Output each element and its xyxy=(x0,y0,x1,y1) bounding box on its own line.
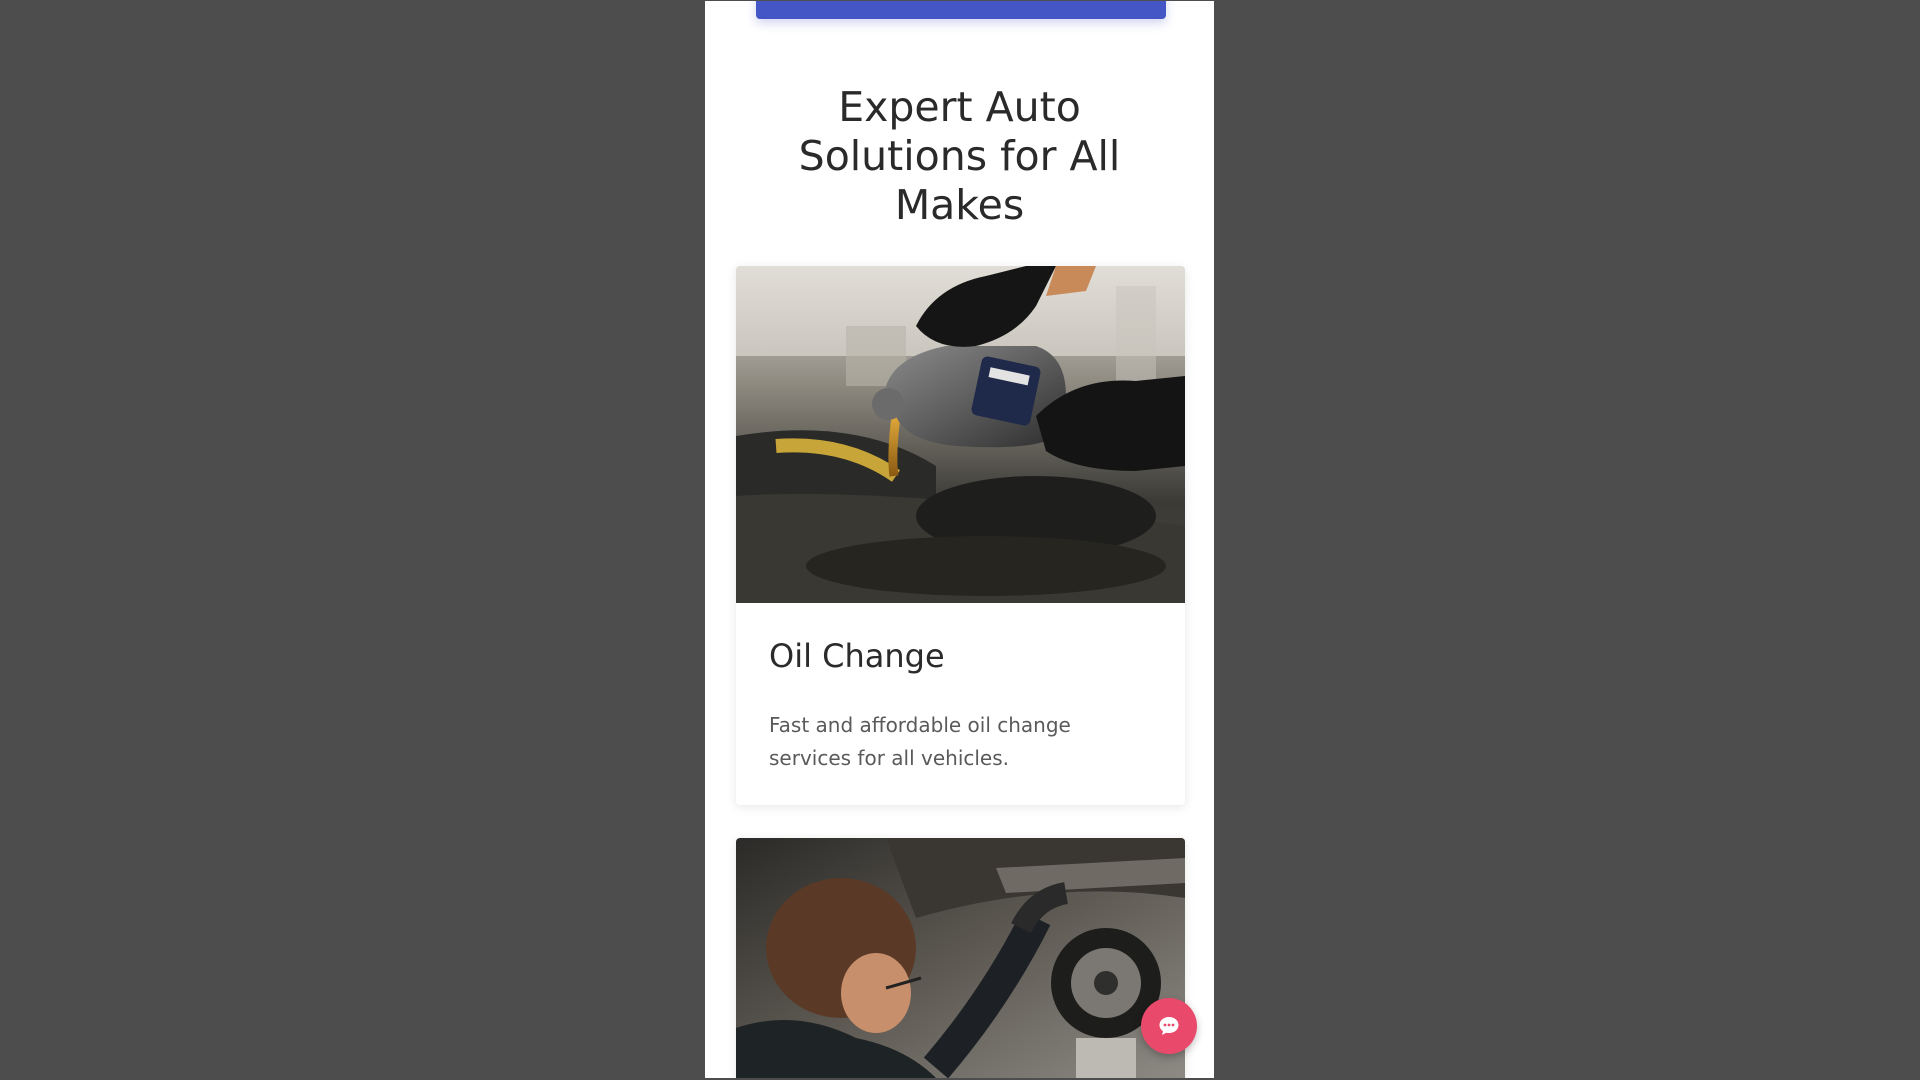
mechanic-under-car-image xyxy=(736,838,1185,1078)
section-heading: Expert Auto Solutions for All Makes xyxy=(798,83,1121,229)
chat-bubble-icon xyxy=(1159,1017,1179,1035)
mobile-viewport: Expert Auto Solutions for All Makes Oil … xyxy=(705,1,1214,1078)
service-card-oil-change[interactable]: Oil Change Fast and affordable oil chang… xyxy=(736,266,1185,805)
primary-cta-button[interactable] xyxy=(756,1,1166,19)
service-card-inspection[interactable] xyxy=(736,838,1185,1078)
card-title: Oil Change xyxy=(769,637,945,675)
card-body: Oil Change Fast and affordable oil chang… xyxy=(736,603,1185,775)
chat-button[interactable] xyxy=(1141,998,1197,1054)
oil-change-image xyxy=(736,266,1185,603)
card-description: Fast and affordable oil change services … xyxy=(769,713,1071,770)
